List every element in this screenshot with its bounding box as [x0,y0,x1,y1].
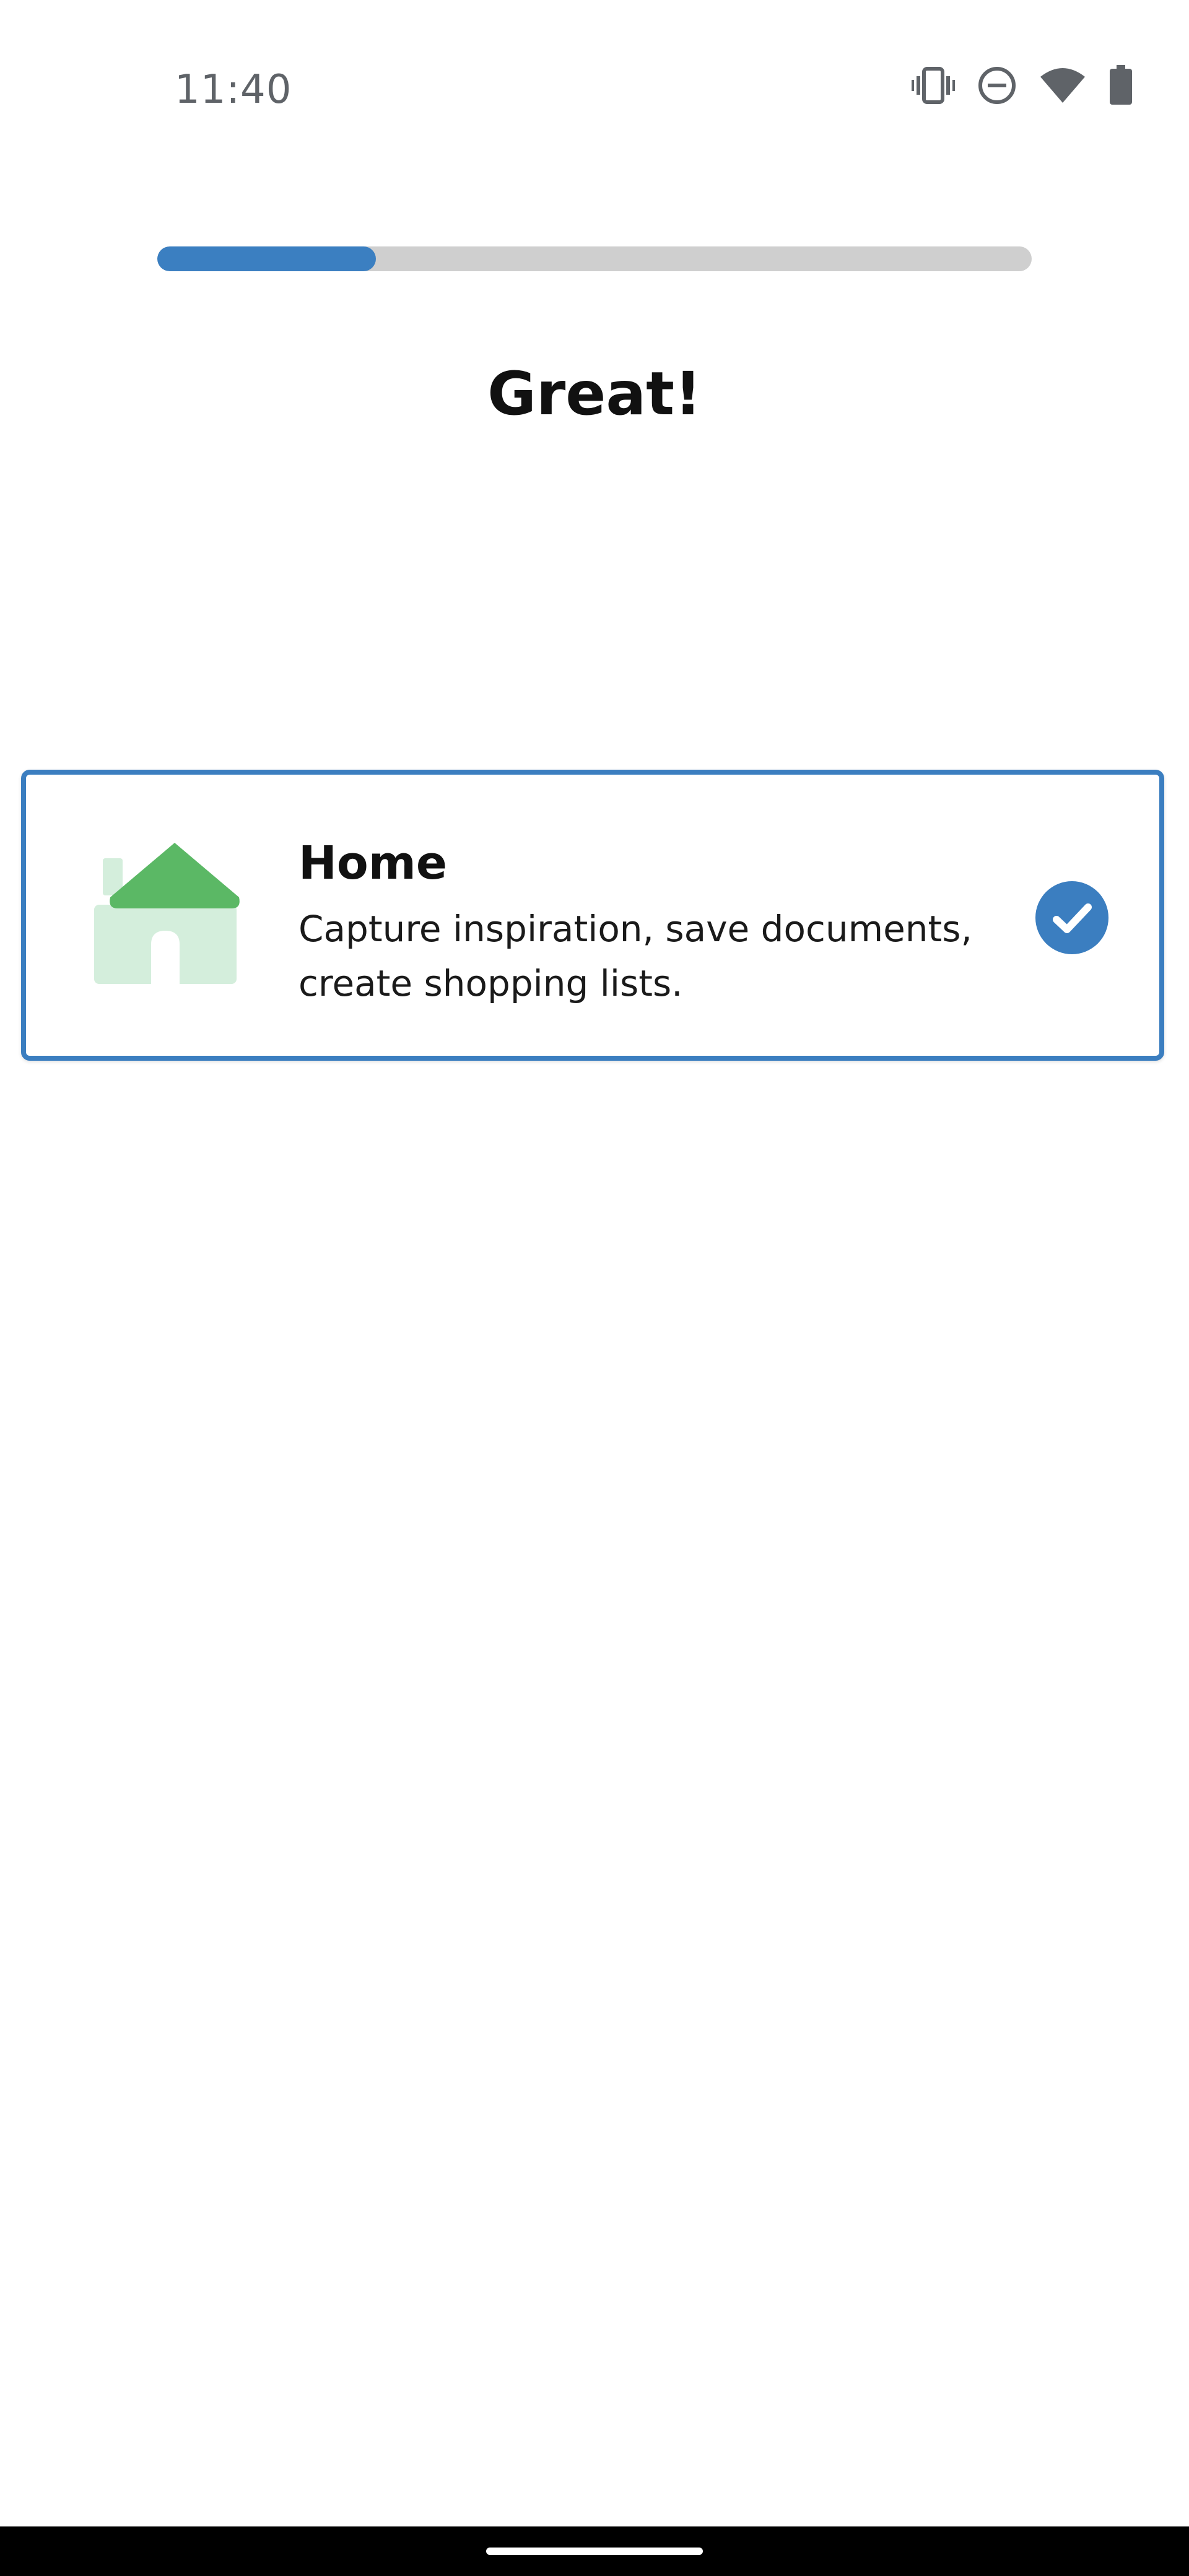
option-description: Capture inspiration, save documents, cre… [298,908,972,1004]
status-time: 11:40 [175,67,292,113]
status-bar: 11:40 [0,0,1189,186]
option-title: Home [298,837,448,890]
do-not-disturb-icon [977,66,1017,105]
page-title: Great! [487,359,702,429]
check-circle-icon[interactable] [1035,881,1108,954]
home-gesture-handle[interactable] [486,2548,703,2555]
wifi-icon [1039,67,1086,104]
status-icons [912,65,1133,106]
option-card-home[interactable]: Home Capture inspiration, save documents… [21,770,1164,1061]
house-icon [82,843,268,998]
progress-fill [157,246,376,271]
vibrate-icon [912,66,955,105]
progress-bar [157,246,1032,271]
navigation-bar [0,2526,1189,2576]
battery-icon [1108,65,1133,106]
onboarding-screen: 11:40 Great! Home Capture inspiration, s… [0,0,1189,2576]
